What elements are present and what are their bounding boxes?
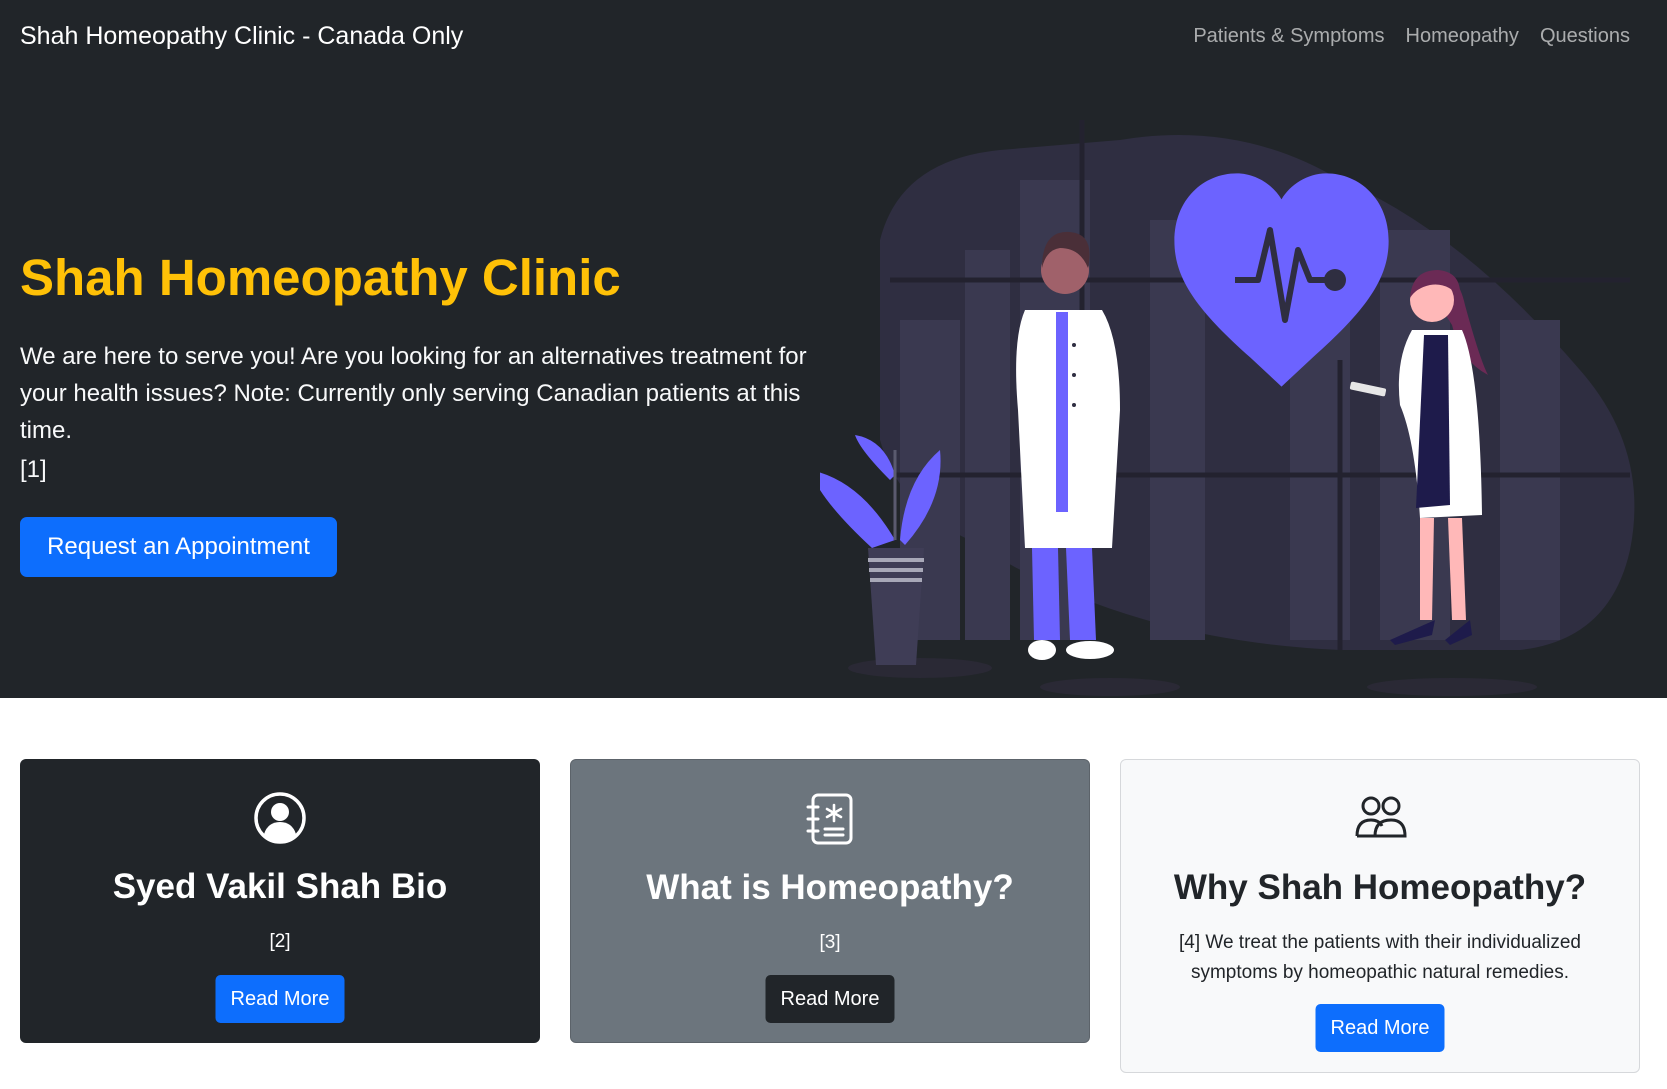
bio-card: Syed Vakil Shah Bio [2] Read More — [20, 759, 540, 1043]
person-circle-icon — [254, 792, 306, 844]
floor-shadow — [1040, 678, 1180, 696]
people-icon — [1355, 796, 1407, 838]
bio-read-more-button[interactable]: Read More — [215, 975, 345, 1023]
nav-link-patients-symptoms[interactable]: Patients & Symptoms — [1193, 22, 1384, 50]
floor-shadow — [1367, 678, 1537, 696]
hero-text: We are here to serve you! Are you lookin… — [20, 343, 807, 444]
card-title: What is Homeopathy? — [646, 868, 1014, 907]
card-title: Syed Vakil Shah Bio — [112, 867, 448, 906]
card-text: [4] We treat the patients with their ind… — [1178, 932, 1582, 983]
medical-journal-icon — [806, 793, 853, 845]
why-shah-card: Why Shah Homeopathy? [4] We treat the pa… — [1120, 759, 1640, 1073]
nav-links: Patients & Symptoms Homeopathy Questions — [1193, 22, 1630, 50]
nav-link-questions[interactable]: Questions — [1540, 22, 1630, 50]
request-appointment-button[interactable]: Request an Appointment — [20, 517, 337, 577]
card-title: Why Shah Homeopathy? — [1173, 868, 1587, 907]
homeopathy-card: What is Homeopathy? [3] Read More — [570, 759, 1090, 1043]
card-text: [3] — [819, 932, 841, 953]
doctors-illustration — [820, 120, 1635, 696]
card-text: [2] — [269, 931, 291, 952]
nav-link-homeopathy[interactable]: Homeopathy — [1406, 22, 1519, 50]
navbar-brand[interactable]: Shah Homeopathy Clinic - Canada Only — [20, 20, 463, 52]
navbar: Shah Homeopathy Clinic - Canada Only Pat… — [0, 0, 1667, 72]
floor-shadow — [848, 658, 992, 678]
why-shah-read-more-button[interactable]: Read More — [1315, 1004, 1445, 1052]
hero-reference: [1] — [20, 456, 47, 483]
homeopathy-read-more-button[interactable]: Read More — [765, 975, 895, 1023]
hero-title: Shah Homeopathy Clinic — [20, 249, 621, 306]
